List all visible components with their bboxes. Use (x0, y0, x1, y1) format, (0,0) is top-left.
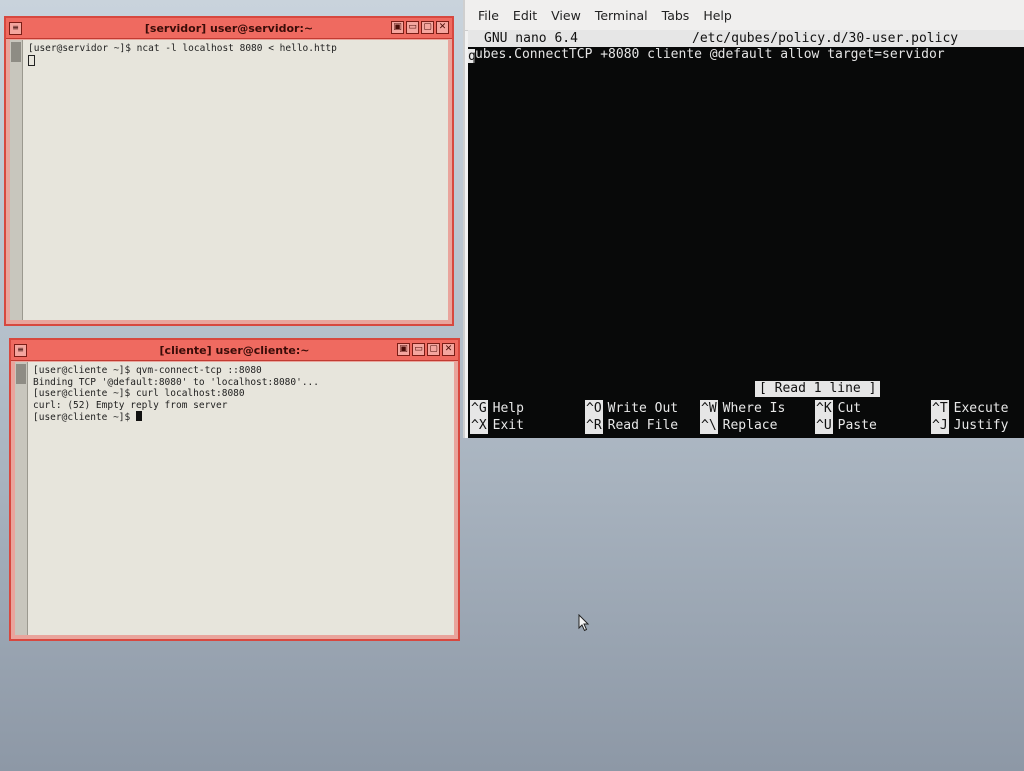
shortcut-label: Read File (607, 418, 679, 433)
menu-edit[interactable]: Edit (506, 8, 544, 23)
nano-filename: /etc/qubes/policy.d/30-user.policy (692, 31, 959, 46)
shortcut-key: ^G (470, 400, 488, 417)
shortcut-label: Replace (722, 418, 778, 433)
window-menu-icon[interactable]: ≡ (14, 343, 27, 357)
shortcut-paste[interactable]: ^U Paste (815, 417, 877, 434)
cursor-char: q (468, 49, 476, 64)
shortcut-label: Paste (837, 418, 877, 433)
terminal-output: [user@cliente ~]$ qvm-connect-tcp ::8080… (28, 362, 454, 635)
window-title: [servidor] user@servidor:~ (144, 21, 314, 35)
shortcut-key: ^R (585, 417, 603, 434)
shortcut-key: ^T (931, 400, 949, 417)
terminal-line: curl: (52) Empty reply from server (33, 399, 228, 411)
nano-title-bar: GNU nano 6.4 /etc/qubes/policy.d/30-user… (468, 30, 1024, 47)
servidor-terminal-area[interactable]: [user@servidor ~]$ ncat -l localhost 808… (10, 40, 448, 320)
maximize-icon[interactable]: ▢ (421, 21, 434, 34)
shortcut-execute[interactable]: ^T Execute (931, 400, 1008, 417)
shortcut-read-file[interactable]: ^R Read File (585, 417, 678, 434)
shortcut-key: ^U (815, 417, 833, 434)
scrollbar[interactable] (10, 40, 23, 320)
text-cursor (135, 411, 142, 421)
file-content-line[interactable]: qubes.ConnectTCP +8080 cliente @default … (468, 47, 1024, 64)
nano-version: GNU nano 6.4 (484, 31, 578, 46)
shortcut-key: ^O (585, 400, 603, 417)
close-icon[interactable]: ✕ (442, 343, 455, 356)
shortcut-label: Justify (953, 418, 1009, 433)
nano-status-message: [ Read 1 line ] (755, 381, 881, 397)
text-cursor (28, 54, 35, 66)
mouse-pointer-icon (578, 614, 590, 632)
terminal-line: [user@cliente ~]$ curl localhost:8080 (33, 388, 245, 399)
shortcut-key: ^W (700, 400, 718, 417)
shortcut-key: ^J (931, 417, 949, 434)
shortcut-justify[interactable]: ^J Justify (931, 417, 1008, 434)
shortcut-cut[interactable]: ^K Cut (815, 400, 861, 417)
scrollbar-thumb[interactable] (11, 42, 21, 62)
terminal-output: [user@servidor ~]$ ncat -l localhost 808… (23, 40, 448, 320)
window-menu-icon[interactable]: ≡ (9, 21, 22, 35)
menu-terminal[interactable]: Terminal (588, 8, 655, 23)
shortcut-label: Cut (837, 401, 862, 416)
menu-help[interactable]: Help (696, 8, 739, 23)
cliente-terminal-area[interactable]: [user@cliente ~]$ qvm-connect-tcp ::8080… (15, 362, 454, 635)
shortcut-key: ^\ (700, 417, 718, 434)
cliente-terminal-window[interactable]: ≡ [cliente] user@cliente:~ ▣ ▭ ▢ ✕ [user… (9, 338, 460, 641)
terminal-line: [user@cliente ~]$ qvm-connect-tcp ::8080 (33, 365, 262, 376)
terminal-line: [user@cliente ~]$ (33, 412, 136, 423)
terminal-line: [user@servidor ~]$ ncat -l localhost 808… (28, 43, 337, 54)
text-cursor: q (468, 49, 476, 64)
shortcut-label: Where Is (722, 401, 786, 416)
servidor-title-bar[interactable]: ≡ [servidor] user@servidor:~ ▣ ▭ ▢ ✕ (6, 18, 452, 39)
shortcut-where-is[interactable]: ^W Where Is (700, 400, 785, 417)
shortcut-key: ^K (815, 400, 833, 417)
close-icon[interactable]: ✕ (436, 21, 449, 34)
menu-view[interactable]: View (544, 8, 588, 23)
nano-editor-area[interactable]: GNU nano 6.4 /etc/qubes/policy.d/30-user… (468, 30, 1024, 438)
shortcut-label: Help (492, 401, 524, 416)
shade-icon[interactable]: ▣ (397, 343, 410, 356)
window-title: [cliente] user@cliente:~ (159, 343, 310, 357)
maximize-icon[interactable]: ▢ (427, 343, 440, 356)
scrollbar-thumb[interactable] (16, 364, 26, 384)
menu-tabs[interactable]: Tabs (655, 8, 697, 23)
shortcut-help[interactable]: ^G Help (470, 400, 524, 417)
shortcut-label: Exit (492, 418, 524, 433)
menu-file[interactable]: File (471, 8, 506, 23)
file-content-text: ubes.ConnectTCP +8080 cliente @default a… (475, 47, 945, 62)
minimize-icon[interactable]: ▭ (406, 21, 419, 34)
shortcut-label: Write Out (607, 401, 679, 416)
minimize-icon[interactable]: ▭ (412, 343, 425, 356)
terminal-line: Binding TCP '@default:8080' to 'localhos… (33, 376, 319, 388)
servidor-terminal-window[interactable]: ≡ [servidor] user@servidor:~ ▣ ▭ ▢ ✕ [us… (4, 16, 454, 326)
shade-icon[interactable]: ▣ (391, 21, 404, 34)
nano-shortcut-bar: ^G Help ^X Exit ^O Write Out ^R Read File ^W… (470, 400, 1024, 436)
shortcut-label: Execute (953, 401, 1009, 416)
shortcut-key: ^X (470, 417, 488, 434)
scrollbar[interactable] (15, 362, 28, 635)
terminal-menubar: File Edit View Terminal Tabs Help (465, 0, 1024, 31)
shortcut-replace[interactable]: ^\ Replace (700, 417, 777, 434)
cliente-title-bar[interactable]: ≡ [cliente] user@cliente:~ ▣ ▭ ▢ ✕ (11, 340, 458, 361)
nano-terminal-window[interactable]: File Edit View Terminal Tabs Help GNU na… (463, 0, 1024, 438)
shortcut-exit[interactable]: ^X Exit (470, 417, 524, 434)
shortcut-write-out[interactable]: ^O Write Out (585, 400, 678, 417)
